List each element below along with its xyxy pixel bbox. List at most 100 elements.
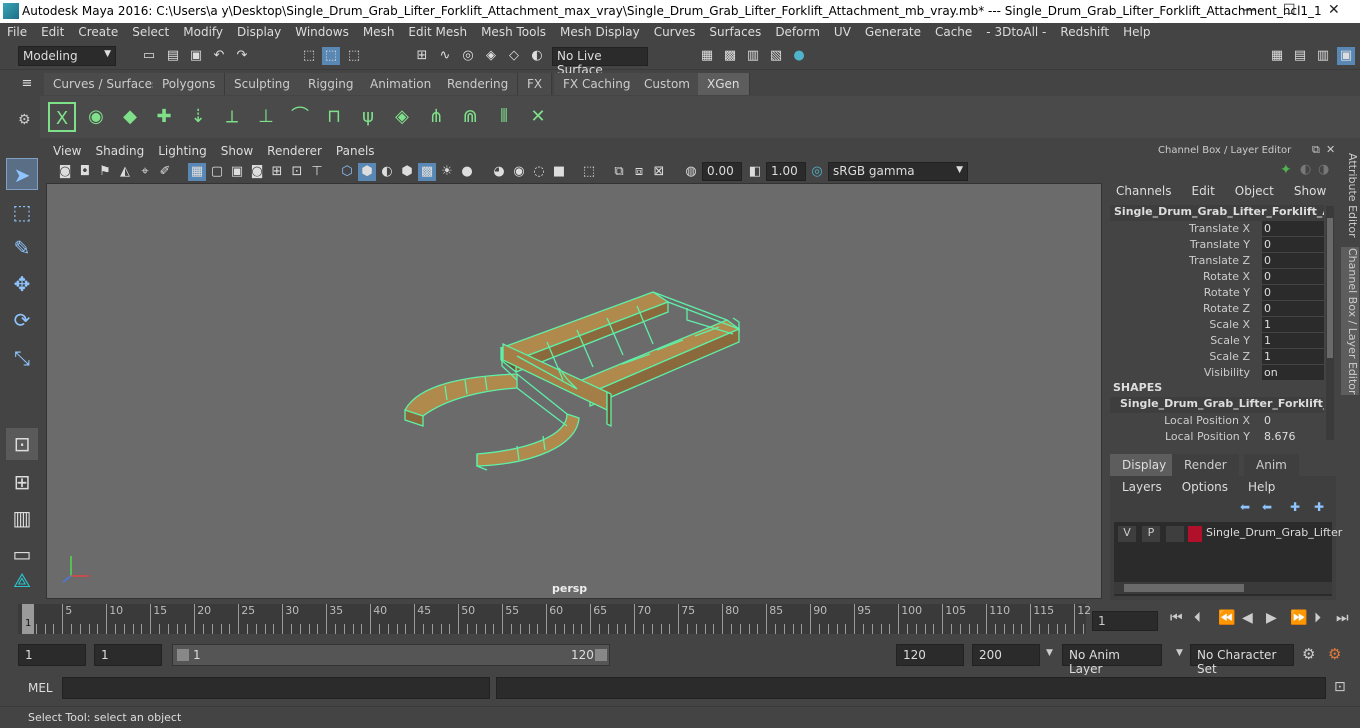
perspective-viewport[interactable]: persp xyxy=(46,183,1102,599)
exposure-field[interactable]: 0.00 xyxy=(702,162,742,181)
color-management-icon[interactable]: ◎ xyxy=(808,163,826,181)
select-tool-icon[interactable]: ➤ xyxy=(6,158,38,190)
channel-label[interactable]: Translate X xyxy=(1189,222,1250,235)
render-settings-icon[interactable]: ▧ xyxy=(767,47,785,65)
menu-generate[interactable]: Generate xyxy=(858,23,928,39)
playback-start-field[interactable]: 1 xyxy=(94,644,162,666)
anti-aliasing-icon[interactable]: ◌ xyxy=(530,163,548,181)
gamma-icon[interactable]: ◧ xyxy=(746,163,764,181)
layer-tab-anim[interactable]: Anim xyxy=(1244,454,1299,476)
menu-file[interactable]: File xyxy=(0,23,34,39)
safe-title-icon[interactable]: ⊤ xyxy=(308,163,326,181)
xray-joints-icon[interactable]: ⧈ xyxy=(630,163,648,181)
viewport-menu-shading[interactable]: Shading xyxy=(88,143,151,159)
tab-fx[interactable]: FX xyxy=(518,73,553,95)
bookmark-icon[interactable]: ⚑ xyxy=(96,163,114,181)
range-slider-end-handle[interactable] xyxy=(595,649,607,661)
select-object-icon[interactable]: ⬚ xyxy=(322,47,340,65)
animation-preferences-icon[interactable]: ⚙ xyxy=(1328,645,1341,663)
shadows-icon[interactable]: ● xyxy=(458,163,476,181)
menu-edit-mesh[interactable]: Edit Mesh xyxy=(401,23,474,39)
channel-label[interactable]: Translate Y xyxy=(1190,238,1250,251)
channel-value-field[interactable]: 1 xyxy=(1262,349,1324,364)
tab-channel-box[interactable]: Channel Box / Layer Editor xyxy=(1341,247,1359,395)
layer-menu-help[interactable]: Help xyxy=(1236,478,1283,494)
xray-icon[interactable]: ⧉ xyxy=(610,163,628,181)
menu-display[interactable]: Display xyxy=(230,23,288,39)
xgen-preview-icon[interactable]: ◉ xyxy=(82,102,110,132)
channel-label[interactable]: Rotate X xyxy=(1203,270,1250,283)
forklift-attachment-model[interactable] xyxy=(47,184,1103,600)
channel-label[interactable]: Local Position X xyxy=(1164,414,1250,427)
animation-start-field[interactable]: 1 xyxy=(18,644,86,666)
tool-settings-toggle-icon[interactable]: ▥ xyxy=(1314,47,1332,65)
xgen-sculpt-guide-icon[interactable]: ⟂ xyxy=(218,102,246,132)
channel-label[interactable]: Rotate Z xyxy=(1203,302,1250,315)
auto-key-icon[interactable]: ⚙ xyxy=(1302,645,1315,663)
new-layer-icon[interactable]: ✚ xyxy=(1290,500,1300,514)
menu-3dtoall[interactable]: - 3DtoAll - xyxy=(979,23,1053,39)
use-default-material-icon[interactable]: ⬢ xyxy=(398,163,416,181)
xgen-guide-length-icon[interactable]: ⊥ xyxy=(252,102,280,132)
menu-curves[interactable]: Curves xyxy=(647,23,703,39)
menu-help[interactable]: Help xyxy=(1116,23,1157,39)
paint-select-tool-icon[interactable]: ✎ xyxy=(6,232,38,264)
new-scene-icon[interactable]: ▭ xyxy=(140,47,158,65)
resolution-gate-icon[interactable]: ▣ xyxy=(228,163,246,181)
menu-mesh-tools[interactable]: Mesh Tools xyxy=(474,23,553,39)
lasso-tool-icon[interactable]: ⬚ xyxy=(6,196,38,228)
range-slider-start-handle[interactable] xyxy=(177,649,189,661)
channel-menu-edit[interactable]: Edit xyxy=(1180,182,1223,198)
layer-visibility-toggle[interactable]: V xyxy=(1118,526,1136,542)
tab-rendering[interactable]: Rendering xyxy=(438,73,519,95)
channel-row-translate-x[interactable]: Translate X 0 xyxy=(1110,221,1324,237)
wireframe-on-shaded-icon[interactable]: ◐ xyxy=(378,163,396,181)
menu-windows[interactable]: Windows xyxy=(288,23,356,39)
motion-blur-icon[interactable]: ◉ xyxy=(510,163,528,181)
animation-end-field[interactable]: 200 xyxy=(972,644,1040,666)
step-forward-key-icon[interactable]: ⏩ xyxy=(1290,610,1307,626)
smooth-shade-icon[interactable]: ⬢ xyxy=(358,163,376,181)
menu-surfaces[interactable]: Surfaces xyxy=(702,23,768,39)
xgen-grass-icon[interactable]: ψ xyxy=(354,102,382,132)
grease-pencil-icon[interactable]: ✐ xyxy=(156,163,174,181)
menu-create[interactable]: Create xyxy=(71,23,125,39)
xray-components-icon[interactable]: ⊠ xyxy=(650,163,668,181)
channel-box-lock-icon[interactable]: ◑ xyxy=(1318,162,1329,177)
ipr-render-icon[interactable]: ▥ xyxy=(744,47,762,65)
camera-attributes-icon[interactable]: ◘ xyxy=(76,163,94,181)
camera-icon[interactable]: ◙ xyxy=(56,163,74,181)
select-component-icon[interactable]: ⬚ xyxy=(345,47,363,65)
channel-box-mute-icon[interactable]: ◐ xyxy=(1300,162,1311,177)
channel-row-scale-y[interactable]: Scale Y 1 xyxy=(1110,333,1324,349)
tab-custom[interactable]: Custom xyxy=(635,73,700,95)
field-chart-icon[interactable]: ⊞ xyxy=(268,163,286,181)
channel-value-field[interactable]: 0 xyxy=(1262,253,1324,268)
move-layer-down-icon[interactable]: ⬅ xyxy=(1262,500,1272,514)
snap-live-icon[interactable]: ◐ xyxy=(528,47,546,65)
channel-box-toggle-icon[interactable]: ▣ xyxy=(1337,47,1355,65)
menu-modify[interactable]: Modify xyxy=(176,23,230,39)
character-set-dropdown[interactable]: No Character Set xyxy=(1190,644,1294,676)
gate-mask-icon[interactable]: ◙ xyxy=(248,163,266,181)
menu-redshift[interactable]: Redshift xyxy=(1053,23,1116,39)
xgen-lock-guide-icon[interactable]: ⊓ xyxy=(320,102,348,132)
tab-curves-surfaces[interactable]: Curves / Surfaces xyxy=(44,73,169,95)
xgen-delete-icon[interactable]: ✕ xyxy=(524,102,552,132)
render-view-icon[interactable]: ▦ xyxy=(698,47,716,65)
channel-value-field[interactable]: 0 xyxy=(1262,413,1324,428)
time-slider[interactable]: 5 10 15 20 25 30 35 40 45 50 55 60 65 70 75 80 85 90 95 100… xyxy=(18,604,1091,634)
go-to-start-icon[interactable]: ⏮ xyxy=(1170,610,1183,626)
range-slider[interactable]: 1 120 xyxy=(172,644,610,666)
channel-value-field[interactable]: on xyxy=(1262,365,1324,380)
snap-point-icon[interactable]: ◎ xyxy=(459,47,477,65)
xgen-add-guide-icon[interactable]: ✚ xyxy=(150,102,178,132)
tab-xgen[interactable]: XGen xyxy=(698,73,750,95)
channel-value-field[interactable]: 0 xyxy=(1262,269,1324,284)
four-pane-layout-icon[interactable]: ⊞ xyxy=(6,466,38,498)
layer-color-swatch[interactable] xyxy=(1188,526,1202,542)
depth-of-field-icon[interactable]: ■ xyxy=(550,163,568,181)
layer-row[interactable]: V P Single_Drum_Grab_Lifter xyxy=(1114,524,1342,544)
move-tool-icon[interactable]: ✥ xyxy=(6,268,38,300)
scrollbar-thumb[interactable] xyxy=(1327,218,1333,358)
